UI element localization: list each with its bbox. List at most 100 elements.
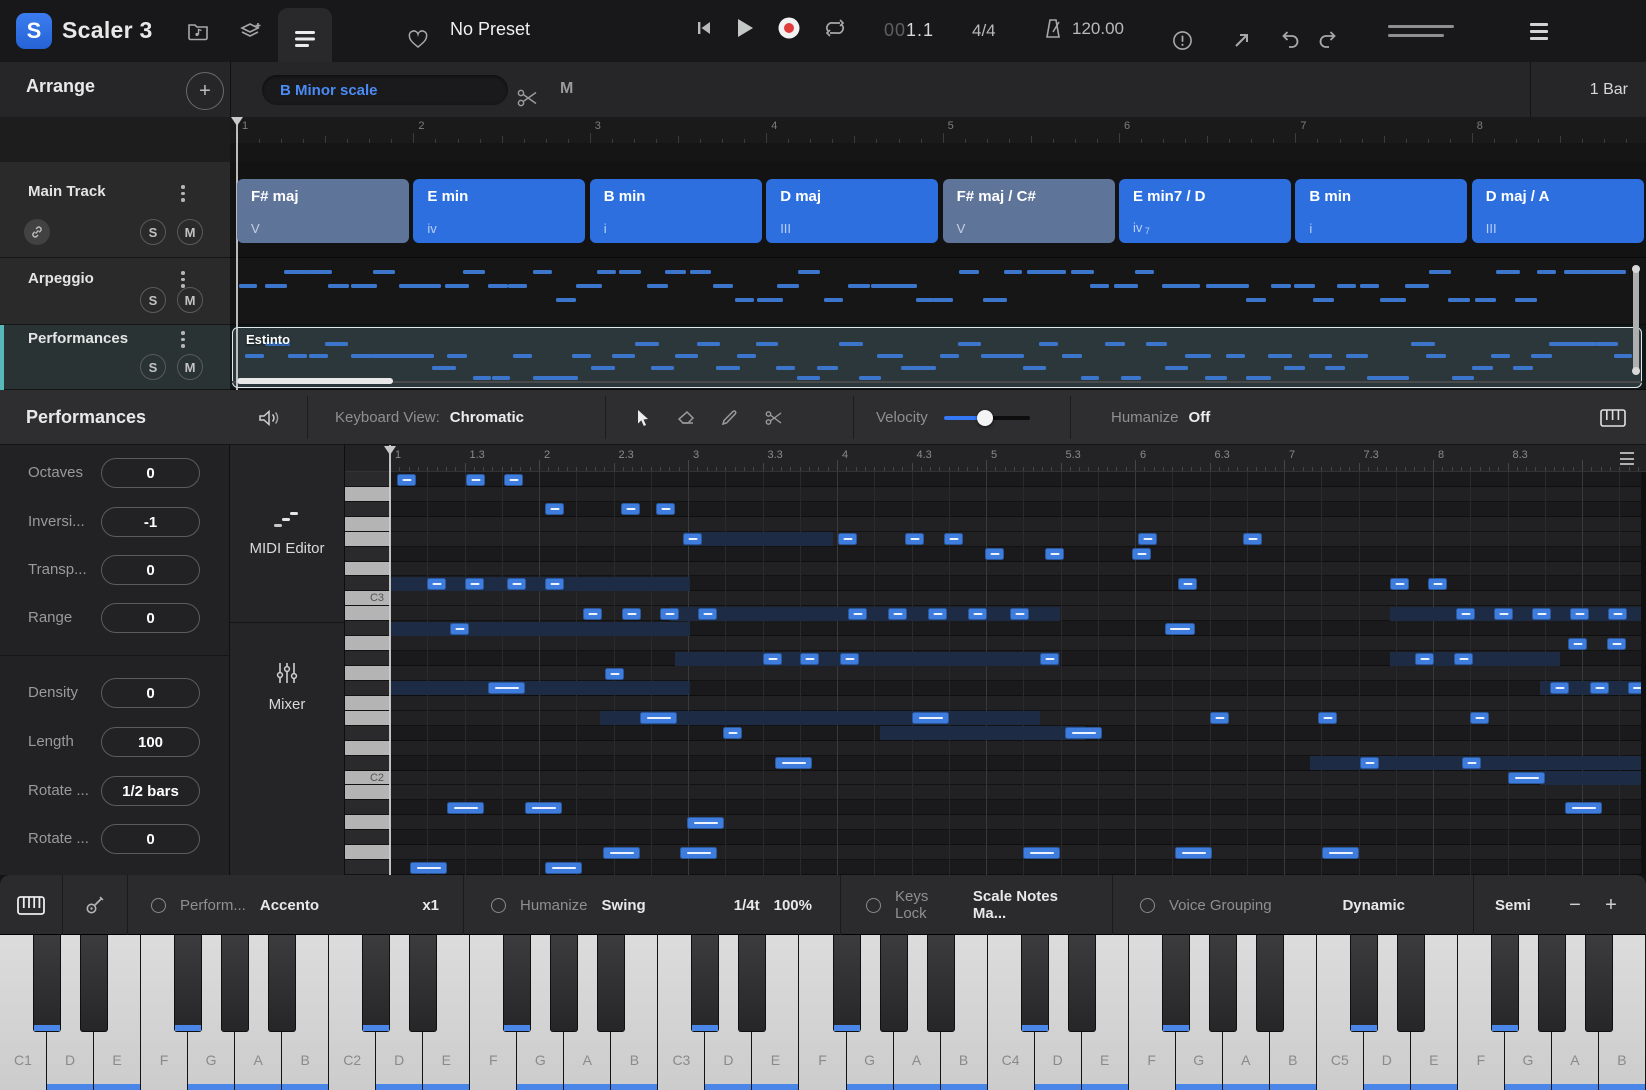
midi-note[interactable] (603, 847, 640, 859)
midi-note[interactable] (397, 474, 416, 486)
piano-roll-key[interactable] (345, 651, 390, 666)
mixer-nav-button[interactable]: Mixer (230, 622, 344, 752)
midi-note[interactable] (944, 533, 963, 545)
piano-roll-key[interactable] (345, 532, 390, 547)
estinto-clip[interactable] (232, 327, 1642, 388)
piano-roll-key[interactable] (345, 800, 390, 815)
midi-note[interactable] (840, 653, 859, 665)
chord-block[interactable]: B mini (1295, 179, 1467, 243)
midi-note[interactable] (1390, 578, 1409, 590)
piano-roll-keys[interactable]: C3C2 (345, 472, 390, 875)
export-share-icon[interactable] (1222, 20, 1262, 60)
piano-key-C#4[interactable] (1021, 935, 1049, 1032)
arrange-ruler[interactable]: 12345678 (230, 117, 1646, 143)
midi-note[interactable] (1165, 623, 1195, 635)
piano-roll-key[interactable] (345, 547, 390, 562)
piano-roll-key[interactable] (345, 785, 390, 800)
mute-button[interactable]: M (177, 354, 203, 380)
midi-note[interactable] (1590, 682, 1609, 694)
midi-note[interactable] (656, 503, 675, 515)
cut-scissors-icon[interactable] (508, 78, 548, 118)
mute-button[interactable]: M (177, 219, 203, 245)
piano-roll-key[interactable]: C3 (345, 591, 390, 606)
midi-note[interactable] (848, 608, 867, 620)
track-menu-icon[interactable] (181, 271, 185, 288)
midi-note[interactable] (1565, 802, 1602, 814)
piano-key-A#1[interactable] (268, 935, 296, 1032)
piano-roll-key[interactable] (345, 621, 390, 636)
piano-key-G#5[interactable] (1538, 935, 1566, 1032)
midi-note[interactable] (622, 608, 641, 620)
piano-roll-key[interactable] (345, 606, 390, 621)
midi-note[interactable] (640, 712, 677, 724)
midi-note[interactable] (1494, 608, 1513, 620)
midi-note[interactable] (1040, 653, 1059, 665)
undo-icon[interactable] (1270, 20, 1310, 60)
velocity-slider[interactable] (944, 416, 1030, 420)
midi-note[interactable] (763, 653, 782, 665)
midi-note[interactable] (1568, 638, 1587, 650)
midi-note[interactable] (985, 548, 1004, 560)
midi-playhead-marker[interactable] (384, 446, 396, 455)
humanize-control[interactable]: Humanize Off (1111, 390, 1210, 445)
track-name[interactable]: Performances (28, 330, 128, 347)
track-name[interactable]: Arpeggio (28, 270, 94, 287)
piano-key-D#5[interactable] (1397, 935, 1425, 1032)
settings-menu-icon[interactable] (1530, 23, 1548, 40)
midi-note[interactable] (723, 727, 742, 739)
main-track-panel[interactable]: Main Track S M (0, 162, 230, 258)
piano-key-G#4[interactable] (1209, 935, 1237, 1032)
piano-roll-key[interactable] (345, 502, 390, 517)
piano-roll-key[interactable] (345, 636, 390, 651)
multi-voice-toggle[interactable]: M (560, 80, 573, 98)
param-value-7[interactable]: 1/2 bars (101, 776, 200, 806)
record-button[interactable] (777, 16, 801, 40)
midi-note[interactable] (488, 682, 525, 694)
track-name[interactable]: Main Track (28, 183, 106, 200)
piano-roll-key[interactable] (345, 681, 390, 696)
midi-note[interactable] (1462, 757, 1481, 769)
midi-note[interactable] (1456, 608, 1475, 620)
midi-note[interactable] (1508, 772, 1545, 784)
eraser-tool[interactable] (677, 410, 695, 426)
info-icon[interactable] (1162, 20, 1202, 60)
midi-note[interactable] (465, 578, 484, 590)
instrument-icon[interactable] (62, 875, 127, 935)
midi-note[interactable] (545, 578, 564, 590)
midi-note[interactable] (912, 712, 949, 724)
midi-note[interactable] (1178, 578, 1197, 590)
midi-note[interactable] (1138, 533, 1157, 545)
velocity-slider-knob[interactable] (977, 410, 993, 426)
humanize-value[interactable]: Off (1189, 409, 1211, 426)
select-tool[interactable] (635, 409, 651, 427)
midi-note[interactable] (928, 608, 947, 620)
track-menu-icon[interactable] (181, 185, 185, 202)
perform-multiplier[interactable]: x1 (422, 897, 439, 914)
humanize-radio[interactable] (491, 898, 506, 913)
bar-length-selector[interactable]: 1 Bar (1530, 62, 1646, 117)
midi-note[interactable] (1010, 608, 1029, 620)
arpeggio-track-lane[interactable] (230, 258, 1646, 325)
midi-note[interactable] (1045, 548, 1064, 560)
piano-key-G#2[interactable] (550, 935, 578, 1032)
midi-note[interactable] (545, 862, 582, 874)
param-value-3[interactable]: 0 (101, 555, 200, 585)
chord-block[interactable]: D majIII (766, 179, 938, 243)
chord-block[interactable]: E min7 / Div 7 (1119, 179, 1291, 243)
piano-key-D#1[interactable] (80, 935, 108, 1032)
midi-editor-nav-button[interactable]: MIDI Editor (230, 445, 344, 623)
midi-note[interactable] (800, 653, 819, 665)
param-value-1[interactable]: 0 (101, 458, 200, 488)
piano-roll-key[interactable] (345, 576, 390, 591)
arrange-playhead-marker[interactable] (231, 117, 243, 126)
master-fader-lines[interactable] (1388, 25, 1454, 37)
midi-note[interactable] (698, 608, 717, 620)
piano-roll-key[interactable] (345, 815, 390, 830)
voice-grouping-value[interactable]: Dynamic (1342, 897, 1405, 914)
midi-note[interactable] (687, 817, 724, 829)
midi-note[interactable] (1132, 548, 1151, 560)
tempo-display[interactable]: 120.00 (1043, 18, 1124, 40)
time-signature[interactable]: 4/4 (972, 21, 996, 41)
midi-note[interactable] (621, 503, 640, 515)
piano-roll-key[interactable] (345, 472, 390, 487)
